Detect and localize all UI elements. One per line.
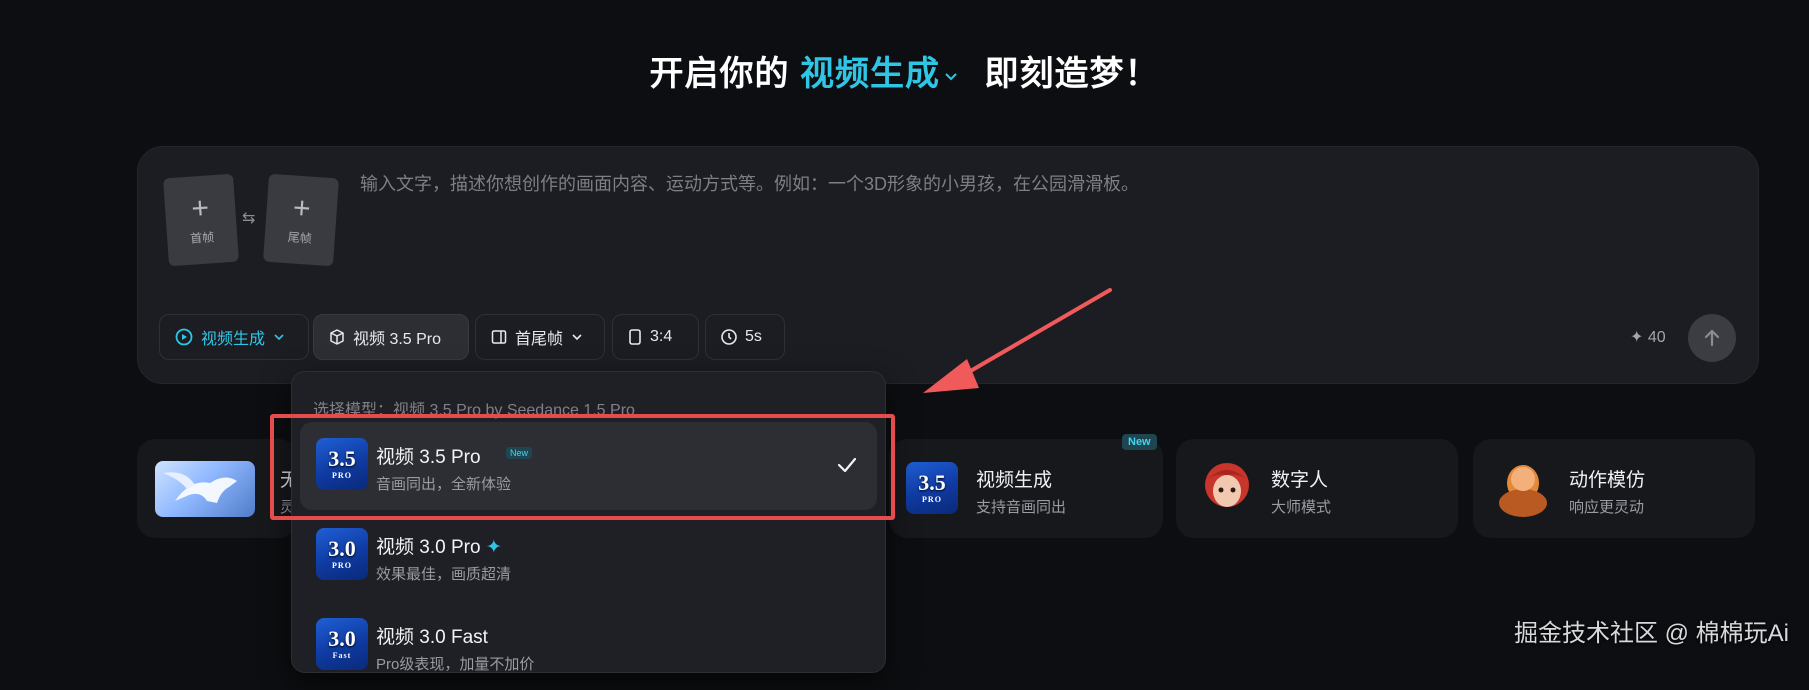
- mode-select[interactable]: 视频生成: [159, 314, 309, 360]
- credits-value: 40: [1647, 329, 1666, 346]
- video-play-icon: [175, 328, 193, 346]
- thumb-tag: PRO: [332, 471, 352, 480]
- chevron-down-icon: [274, 334, 284, 341]
- check-icon: [837, 457, 857, 473]
- feature-card-motion-title: 动作模仿: [1569, 470, 1646, 491]
- portrait-ratio-icon: [629, 329, 641, 345]
- aspect-ratio-label: 3:4: [650, 328, 673, 345]
- credits-cost: ✦ 40: [1630, 327, 1666, 347]
- arrow-up-icon: [1704, 329, 1720, 347]
- mode-switcher-label: 视频生成: [800, 55, 940, 93]
- feature-card-video[interactable]: 3.5 PRO 视频生成 支持音画同出: [889, 439, 1163, 538]
- model-option-name-text: 视频 3.0 Pro: [376, 537, 481, 558]
- model-select-label: 视频 3.5 Pro: [353, 331, 442, 348]
- frames-icon: [491, 330, 507, 344]
- motion-thumbnail: [1499, 465, 1547, 517]
- feature-card-motion[interactable]: 动作模仿 响应更灵动: [1473, 439, 1755, 538]
- digital-human-avatar: [1205, 463, 1249, 507]
- chevron-down-icon: [572, 334, 582, 341]
- feature-card-digital-title: 数字人: [1271, 470, 1329, 491]
- mode-select-label: 视频生成: [201, 331, 266, 348]
- thumb-version: 3.5: [918, 470, 946, 495]
- prompt-input[interactable]: [358, 168, 1722, 242]
- clock-icon: [721, 329, 737, 345]
- last-frame-label: 尾帧: [287, 229, 313, 246]
- first-frame-label: 首帧: [189, 229, 215, 246]
- duration-label: 5s: [745, 328, 762, 345]
- swap-frames-icon[interactable]: ⇆: [242, 208, 255, 228]
- duration-select[interactable]: 5s: [705, 314, 785, 360]
- model-option-name: 视频 3.0 Fast: [376, 627, 488, 648]
- sparkle-icon: ✦: [1630, 329, 1644, 346]
- headline-suffix: 即刻造梦！: [984, 55, 1160, 93]
- thumb-tag: PRO: [332, 561, 352, 570]
- watermark: 掘金技术社区 @ 棉棉玩Ai: [1513, 620, 1789, 647]
- cube-icon: [330, 329, 344, 345]
- model-option-name: 视频 3.5 Pro: [376, 447, 481, 468]
- model-35-pro-thumbnail: 3.5 PRO: [316, 438, 368, 490]
- feature-card-digital-human[interactable]: 数字人 大师模式: [1176, 439, 1458, 538]
- feature-card-first[interactable]: 无 灵: [137, 439, 299, 538]
- annotation-arrow: [923, 288, 1112, 393]
- thumb-version: 3.0: [328, 536, 356, 561]
- frame-mode-label: 首尾帧: [515, 331, 564, 348]
- plus-icon: +: [291, 190, 312, 226]
- sparkle-icon: ✦: [485, 537, 502, 558]
- new-badge: New: [1122, 434, 1157, 450]
- thumb-tag: PRO: [922, 495, 942, 504]
- thumb-tag: Fast: [332, 651, 352, 660]
- pegasus-thumbnail: [155, 461, 255, 517]
- thumb-version: 3.0: [328, 626, 356, 651]
- first-frame-upload[interactable]: + 首帧: [163, 173, 239, 267]
- headline-prefix: 开启你的: [649, 55, 790, 93]
- mode-switcher[interactable]: 视频生成: [800, 55, 974, 93]
- frame-mode-select[interactable]: 首尾帧: [475, 314, 605, 360]
- model-option-name: 视频 3.0 Pro ✦: [376, 532, 502, 559]
- model-option-30-fast[interactable]: 3.0 Fast 视频 3.0 Fast Pro级表现，加量不加价: [300, 602, 877, 690]
- feature-card-video-sub: 支持音画同出: [976, 499, 1067, 516]
- model-30-fast-thumbnail: 3.0 Fast: [316, 618, 368, 670]
- model-option-desc: Pro级表现，加量不加价: [376, 656, 535, 673]
- model-option-desc: 效果最佳，画质超清: [376, 566, 512, 583]
- aspect-ratio-select[interactable]: 3:4: [612, 314, 699, 360]
- plus-icon: +: [190, 190, 211, 226]
- model-30-pro-thumbnail: 3.0 PRO: [316, 528, 368, 580]
- feature-card-digital-sub: 大师模式: [1271, 499, 1332, 516]
- model-dropdown: 选择模型：视频 3.5 Pro by Seedance 1.5 Pro 3.5 …: [291, 371, 886, 673]
- model-select[interactable]: 视频 3.5 Pro: [313, 314, 469, 360]
- model-option-30-pro[interactable]: 3.0 PRO 视频 3.0 Pro ✦ 效果最佳，画质超清: [300, 512, 877, 600]
- feature-card-motion-sub: 响应更灵动: [1569, 499, 1645, 516]
- model-dropdown-header: 选择模型：视频 3.5 Pro by Seedance 1.5 Pro: [313, 402, 635, 419]
- model-option-35-pro[interactable]: 3.5 PRO 视频 3.5 Pro New 音画同出，全新体验: [300, 422, 877, 510]
- video-35-pro-thumbnail: 3.5 PRO: [906, 462, 958, 514]
- last-frame-upload[interactable]: + 尾帧: [263, 173, 339, 267]
- send-button[interactable]: [1688, 314, 1736, 362]
- thumb-version: 3.5: [328, 446, 356, 471]
- new-badge: New: [506, 447, 533, 459]
- pegasus-image: [163, 472, 237, 503]
- chevron-down-icon: [945, 73, 957, 81]
- feature-card-video-title: 视频生成: [976, 470, 1053, 491]
- model-option-desc: 音画同出，全新体验: [376, 476, 512, 493]
- page-headline: 开启你的 视频生成 即刻造梦！: [0, 46, 1809, 95]
